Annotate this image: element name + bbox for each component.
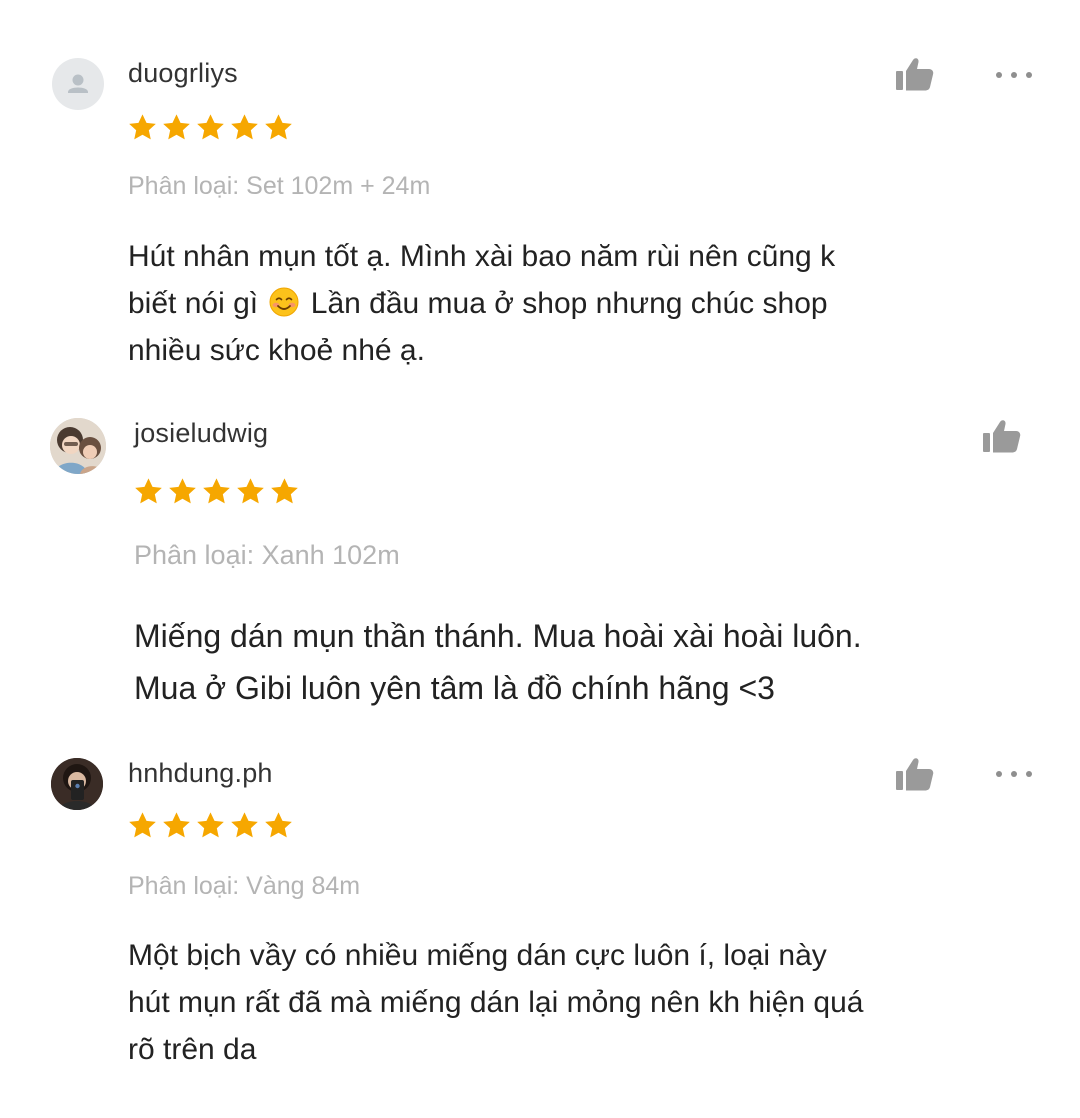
star-icon (169, 478, 196, 504)
user-photo-icon (50, 418, 106, 474)
star-icon (203, 478, 230, 504)
star-icon (129, 812, 156, 838)
star-rating (127, 112, 294, 143)
comment-line: Một bịch vầy có nhiều miếng dán cực luôn… (128, 939, 827, 972)
star-icon (237, 478, 264, 504)
username[interactable]: hnhdung.ph (128, 758, 273, 789)
comment-line: Hút nhân mụn tốt ạ. Mình xài bao năm rùi… (128, 240, 836, 273)
star-icon (135, 478, 162, 504)
star-icon (265, 114, 292, 140)
review-item: josieludwig Phân loại: Xanh 102m Miếng d… (0, 400, 1080, 740)
like-icon[interactable] (895, 56, 935, 92)
more-options-icon[interactable] (996, 65, 1032, 85)
star-rating (127, 810, 294, 841)
like-icon[interactable] (895, 756, 935, 792)
comment-line: nhiều sức khoẻ nhé ạ. (128, 334, 425, 367)
star-icon (197, 812, 224, 838)
variant-label: Phân loại: Set 102m + 24m (128, 172, 431, 200)
username[interactable]: duogrliys (128, 58, 238, 89)
star-icon (163, 114, 190, 140)
comment-line: biết nói gì Lần đầu mua ở shop nhưng chú… (128, 280, 1028, 327)
comment-text: Lần đầu mua ở shop nhưng chúc shop (310, 287, 828, 320)
like-icon[interactable] (982, 418, 1022, 454)
star-icon (231, 812, 258, 838)
review-item: hnhdung.ph Phân loại: Vàng 84m Một bịch … (0, 740, 1080, 1118)
comment-line: rõ trên da (128, 1033, 257, 1066)
more-options-icon[interactable] (996, 764, 1032, 784)
default-user-icon (68, 74, 88, 93)
username[interactable]: josieludwig (134, 418, 268, 449)
comment-line: hút mụn rất đã mà miếng dán lại mỏng nên… (128, 986, 864, 1019)
variant-label: Phân loại: Vàng 84m (128, 872, 361, 900)
comment-text: biết nói gì (128, 287, 259, 320)
comment-line: Miếng dán mụn thần thánh. Mua hoài xài h… (134, 618, 862, 654)
star-icon (197, 114, 224, 140)
star-icon (231, 114, 258, 140)
variant-label: Phân loại: Xanh 102m (134, 540, 400, 570)
star-icon (163, 812, 190, 838)
review-comment: Miếng dán mụn thần thánh. Mua hoài xài h… (134, 610, 1044, 714)
avatar[interactable] (51, 758, 103, 810)
star-rating (133, 476, 300, 507)
smiling-face-emoji-icon (269, 287, 299, 317)
review-comment: Một bịch vầy có nhiều miếng dán cực luôn… (128, 932, 1048, 1073)
star-icon (271, 478, 298, 504)
comment-line: Mua ở Gibi luôn yên tâm là đồ chính hãng… (134, 670, 775, 706)
star-icon (265, 812, 292, 838)
star-icon (129, 114, 156, 140)
avatar[interactable] (52, 58, 104, 110)
review-item: duogrliys Phân loại: Set 102m + 24m Hút … (0, 0, 1080, 400)
avatar[interactable] (50, 418, 106, 474)
review-comment: Hút nhân mụn tốt ạ. Mình xài bao năm rùi… (128, 233, 1028, 374)
user-photo-icon (51, 758, 103, 810)
